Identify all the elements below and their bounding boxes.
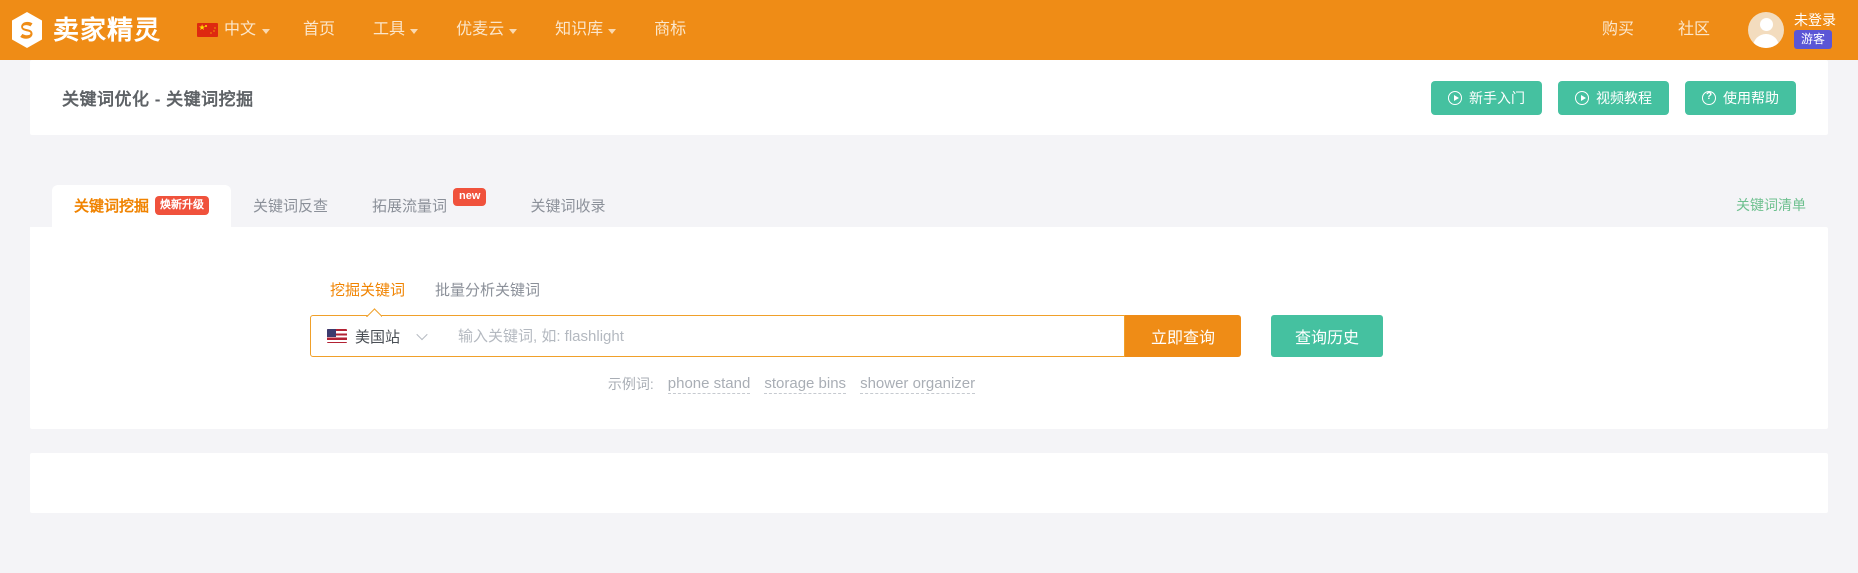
nav-item-label: 工具 <box>373 21 406 38</box>
nav-item-label: 知识库 <box>555 21 604 38</box>
user-meta: 未登录 游客 <box>1794 12 1836 49</box>
tab-label: 关键词反查 <box>253 198 329 215</box>
page-header-card: 关键词优化 - 关键词挖掘 新手入门 视频教程 使用帮助 <box>30 60 1828 135</box>
chevron-down-icon <box>509 28 518 34</box>
question-circle-icon <box>1702 90 1716 105</box>
cn-flag-icon <box>197 22 219 37</box>
subtab-label: 批量分析关键词 <box>435 282 541 299</box>
tab-keyword-reverse-lookup[interactable]: 关键词反查 <box>231 185 350 227</box>
tab-label: 关键词收录 <box>530 198 606 215</box>
example-keyword-item[interactable]: shower organizer <box>860 375 976 394</box>
search-submit-button[interactable]: 立即查询 <box>1125 315 1242 357</box>
button-label: 视频教程 <box>1596 89 1652 106</box>
tab-badge-upgrade: 焕新升级 <box>155 196 210 215</box>
beginner-guide-button[interactable]: 新手入门 <box>1431 80 1542 115</box>
tab-label: 关键词挖掘 <box>74 198 150 215</box>
example-keywords: 示例词: phone stand storage bins shower org… <box>30 357 1553 394</box>
play-circle-icon <box>1448 90 1462 105</box>
nav-item-trademark[interactable]: 商标 <box>635 0 705 60</box>
nav-item-label: 首页 <box>303 21 336 38</box>
search-mode-subtabs: 挖掘关键词 批量分析关键词 <box>30 227 1828 304</box>
example-keyword-item[interactable]: storage bins <box>764 375 847 394</box>
subtab-batch-analyze-keywords[interactable]: 批量分析关键词 <box>435 279 540 304</box>
user-account-menu[interactable]: 未登录 游客 <box>1748 12 1836 49</box>
site-logo[interactable]: 卖家精灵 <box>10 11 161 49</box>
nav-item-youmaiyun[interactable]: 优麦云 <box>437 0 536 60</box>
user-avatar-icon <box>1748 12 1784 48</box>
play-circle-icon <box>1575 90 1589 105</box>
nav-item-tools[interactable]: 工具 <box>354 0 437 60</box>
search-history-button[interactable]: 查询历史 <box>1271 315 1384 357</box>
user-login-status: 未登录 <box>1794 11 1836 28</box>
subtab-label: 挖掘关键词 <box>330 282 406 299</box>
user-role-badge: 游客 <box>1794 29 1833 49</box>
nav-language-label: 中文 <box>224 21 257 38</box>
chevron-down-icon <box>608 28 617 34</box>
marketplace-selector[interactable]: 美国站 <box>311 316 436 356</box>
page-body: 关键词优化 - 关键词挖掘 新手入门 视频教程 使用帮助 关键词挖掘 焕新升级 … <box>0 60 1858 513</box>
help-button[interactable]: 使用帮助 <box>1685 80 1796 115</box>
main-nav-items: 中文 首页 工具 优麦云 知识库 商标 <box>187 0 705 60</box>
video-tutorial-button[interactable]: 视频教程 <box>1558 80 1669 115</box>
tab-keyword-mining[interactable]: 关键词挖掘 焕新升级 <box>52 185 232 227</box>
chevron-down-icon <box>416 328 428 341</box>
page-header-actions: 新手入门 视频教程 使用帮助 <box>1431 80 1796 115</box>
marketplace-label: 美国站 <box>355 328 401 346</box>
nav-item-label: 优麦云 <box>456 21 505 38</box>
chevron-down-icon <box>262 28 271 34</box>
nav-item-label: 商标 <box>654 21 687 38</box>
subtab-mine-keywords[interactable]: 挖掘关键词 <box>330 279 405 304</box>
page-title: 关键词优化 - 关键词挖掘 <box>62 90 254 109</box>
keyword-search-input[interactable] <box>436 316 1124 356</box>
chevron-down-icon <box>410 28 419 34</box>
nav-item-home[interactable]: 首页 <box>284 0 354 60</box>
button-label: 使用帮助 <box>1723 89 1779 106</box>
nav-item-community[interactable]: 社区 <box>1656 0 1732 60</box>
seller-sprite-s-logo-icon <box>10 11 44 49</box>
search-box: 美国站 <box>310 315 1125 357</box>
nav-right-section: 购买 社区 未登录 游客 <box>1580 0 1836 60</box>
button-label: 新手入门 <box>1469 89 1525 106</box>
tab-label: 拓展流量词 <box>372 198 448 215</box>
nav-item-knowledge-base[interactable]: 知识库 <box>536 0 635 60</box>
search-row: 美国站 立即查询 查询历史 <box>30 304 1828 357</box>
results-panel-placeholder <box>30 453 1828 513</box>
nav-language-switcher[interactable]: 中文 <box>187 0 284 60</box>
nav-item-label: 购买 <box>1601 21 1634 38</box>
tab-traffic-keyword-expansion[interactable]: 拓展流量词 new <box>350 185 508 227</box>
active-subtab-pointer-icon <box>366 308 382 317</box>
site-logo-text: 卖家精灵 <box>53 15 162 45</box>
nav-item-label: 社区 <box>1677 21 1710 38</box>
tab-keyword-indexing[interactable]: 关键词收录 <box>508 185 627 227</box>
search-panel: 挖掘关键词 批量分析关键词 美国站 立即查询 查询历史 示例词: phone s… <box>30 227 1828 429</box>
example-keywords-label: 示例词: <box>607 376 654 392</box>
example-keyword-item[interactable]: phone stand <box>667 375 751 394</box>
top-navigation-bar: 卖家精灵 中文 首页 工具 优麦云 知识库 商标 购买 <box>0 0 1858 60</box>
us-flag-icon <box>327 329 347 343</box>
tab-badge-new: new <box>453 187 487 206</box>
nav-item-purchase[interactable]: 购买 <box>1580 0 1656 60</box>
tab-bar: 关键词挖掘 焕新升级 关键词反查 拓展流量词 new 关键词收录 关键词清单 <box>30 185 1828 227</box>
keyword-list-link[interactable]: 关键词清单 <box>1736 195 1828 227</box>
